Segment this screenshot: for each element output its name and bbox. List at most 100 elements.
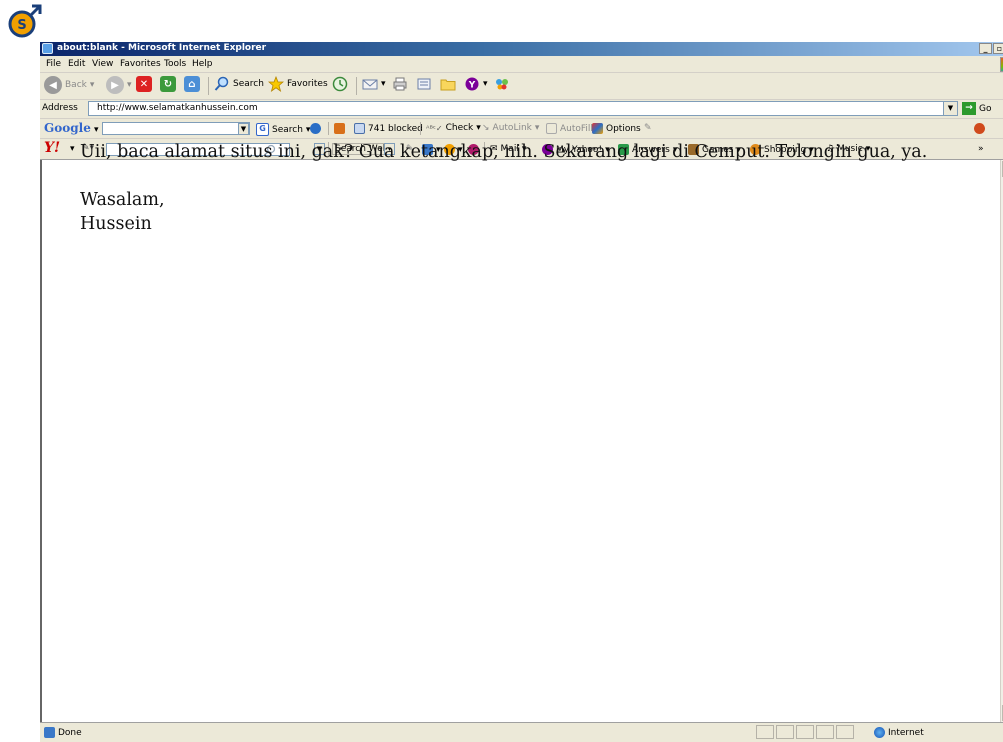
autofill-icon [546,123,557,134]
google-g-icon: G [256,123,269,136]
favorites-button[interactable]: Favorites [268,76,328,92]
autolink-icon: ↘ [482,123,490,133]
status-bar: Done Internet [40,722,1003,742]
highlight-pencil-icon: ✎ [644,123,652,133]
pagerank-icon [310,123,321,134]
google-pagerank-button[interactable] [310,123,321,134]
autofill-button[interactable]: AutoFill [546,123,593,134]
menu-edit[interactable]: Edit [68,59,85,69]
google-pen-button[interactable] [334,123,345,134]
msn-butterfly-icon [496,79,508,90]
security-zone[interactable]: Internet [874,727,924,738]
forward-arrow-icon: ▶ [106,76,124,94]
address-label: Address [42,103,78,113]
pen-icon [334,123,345,134]
ie-icon [42,43,53,54]
favorites-star-icon [268,76,284,92]
home-icon: ⌂ [184,76,200,92]
internet-globe-icon [874,727,885,738]
messenger-icon: Y [465,77,479,91]
message-line: Uii, baca alamat situs ini, gak? Gua ket… [80,142,928,162]
autolink-button[interactable]: ↘ AutoLink ▾ [482,123,539,133]
menu-file[interactable]: File [46,59,61,69]
svg-text:Y: Y [468,81,476,91]
print-button[interactable] [392,76,408,92]
status-done: Done [44,727,82,738]
google-translate-button[interactable] [974,123,985,134]
toolbar-more-button[interactable]: » [978,144,984,154]
options-label: Options [606,123,641,134]
more-chevron-icon: » [978,144,984,154]
translate-icon [974,123,985,134]
autolink-label: AutoLink [492,123,532,133]
message-salutation: Wasalam, [80,190,165,210]
yahoo-messenger-button[interactable]: Y ▾ [464,76,488,92]
popup-blocker-button[interactable]: 741 blocked [354,123,423,134]
mail-button[interactable]: ▾ [362,76,386,92]
history-icon [332,76,348,92]
back-button[interactable]: ◀ Back ▾ [44,76,94,94]
stop-button[interactable]: ✕ [136,76,152,92]
google-search-input[interactable]: ▼ [102,122,250,135]
svg-text:S: S [17,18,26,33]
address-url: http://www.selamatkanhussein.com [97,103,258,113]
page-content [40,160,1000,722]
search-button[interactable]: Search [214,76,264,92]
yahoo-menu-dropdown-icon[interactable]: ▾ [70,144,75,154]
forward-button[interactable]: ▶ ▾ [106,76,132,94]
mail-dropdown-icon: ▾ [381,79,386,89]
google-logo[interactable]: Google ▾ [44,121,99,135]
title-bar: about:blank - Microsoft Internet Explore… [40,42,1003,56]
google-toolbar: Google ▾ ▼ G Search ▾ 741 blocked ᴬᴮᶜ✓ C… [40,119,1003,139]
toolbar-divider [356,77,357,95]
menu-view[interactable]: View [92,59,113,69]
minimize-icon[interactable]: _ [979,43,992,54]
toolbar-divider [420,122,421,135]
toolbar-divider [208,77,209,95]
google-search-label: Search [272,124,303,135]
google-search-button[interactable]: G Search ▾ [256,123,310,136]
autofill-label: AutoFill [560,123,593,134]
page-message: Uii, baca alamat situs ini, gak? Gua ket… [80,140,927,236]
print-icon [393,77,407,91]
menu-help[interactable]: Help [192,59,213,69]
popup-blocker-icon [354,123,365,134]
forward-dropdown-icon: ▾ [127,80,132,90]
home-button[interactable]: ⌂ [184,76,200,92]
folder-button[interactable] [440,76,456,92]
page-done-icon [44,727,55,738]
msn-button[interactable] [494,76,510,92]
folder-icon [440,79,456,91]
check-dropdown-icon: ▾ [476,123,481,133]
spell-check-icon: ᴬᴮᶜ✓ [426,123,443,133]
back-arrow-icon: ◀ [44,76,62,94]
address-bar: Address http://www.selamatkanhussein.com… [40,100,1003,119]
spell-check-button[interactable]: ᴬᴮᶜ✓ Check ▾ [426,123,481,133]
autolink-dropdown-icon: ▾ [534,123,540,133]
back-dropdown-icon: ▾ [89,80,95,90]
google-search-dropdown-icon[interactable]: ▼ [238,123,249,135]
refresh-button[interactable]: ↻ [160,76,176,92]
menu-bar: File Edit View Favorites Tools Help [40,56,1003,73]
toolbar-divider [328,122,329,135]
edit-button[interactable] [416,76,432,92]
google-highlight-button[interactable]: ✎ [644,123,652,133]
maximize-icon[interactable]: ▫ [993,43,1003,54]
yahoo-logo[interactable]: Y! [44,140,60,156]
check-label: Check [445,123,474,133]
go-button[interactable]: → Go [962,102,991,115]
message-signature: Hussein [80,214,152,234]
history-button[interactable] [332,76,348,92]
browser-window: about:blank - Microsoft Internet Explore… [40,42,1003,742]
go-label: Go [979,103,992,114]
blocked-count: 741 blocked [368,123,423,134]
go-arrow-icon: → [962,102,976,115]
options-button[interactable]: Options [592,123,641,134]
menu-tools[interactable]: Tools [164,59,186,69]
address-dropdown-icon[interactable]: ▼ [943,102,957,115]
menu-favorites[interactable]: Favorites [120,59,161,69]
edit-document-icon [417,78,431,90]
zone-label: Internet [888,727,924,738]
logo-icon: S [8,4,42,38]
address-input[interactable]: http://www.selamatkanhussein.com ▼ [88,101,958,116]
